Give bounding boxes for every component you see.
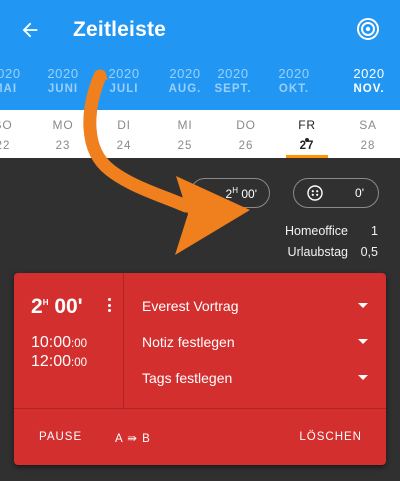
day-name: DI bbox=[117, 118, 131, 132]
day-name: SO bbox=[0, 118, 13, 132]
app-bar: Zeitleiste bbox=[0, 0, 400, 60]
entry-minutes: 00' bbox=[54, 295, 83, 318]
stat-urlaubstag: Urlaubstag 0,5 bbox=[288, 245, 378, 259]
day-date: 26 bbox=[238, 140, 254, 152]
pause-chip[interactable]: 0' bbox=[293, 178, 379, 208]
pause-chip-value: 0' bbox=[355, 186, 364, 200]
a-to-b-button[interactable]: A ⇛ B bbox=[115, 431, 151, 445]
tags-label: Tags festlegen bbox=[142, 370, 233, 386]
note-label: Notiz festlegen bbox=[142, 334, 235, 350]
month-item-okt[interactable]: 2020 OKT. bbox=[254, 66, 334, 95]
day-name: DO bbox=[236, 118, 256, 132]
day-date: 25 bbox=[177, 140, 193, 152]
more-vert-icon[interactable] bbox=[104, 296, 114, 314]
arrow-left-icon[interactable] bbox=[16, 16, 44, 44]
entry-duration: 2H 00' bbox=[31, 295, 83, 319]
day-item-fr[interactable]: FR 27 bbox=[277, 118, 337, 158]
month-name: NOV. bbox=[353, 83, 385, 95]
start-time-seconds: :00 bbox=[71, 338, 88, 350]
project-label: Everest Vortrag bbox=[142, 298, 239, 314]
b-label: B bbox=[142, 433, 151, 445]
month-strip: 2020 MAI 2020 JUNI 2020 JULI 2020 AUG. 2… bbox=[0, 60, 400, 110]
timeline-screen: Zeitleiste 2020 MAI 2020 JUNI 2020 JULI … bbox=[0, 0, 400, 481]
dropdown-caret-icon bbox=[358, 375, 368, 380]
stat-homeoffice: Homeoffice 1 bbox=[285, 224, 378, 238]
stat-label: Homeoffice bbox=[285, 224, 348, 238]
day-name: MO bbox=[52, 118, 74, 132]
day-item-so[interactable]: SO 22 bbox=[0, 118, 33, 152]
day-name: FR bbox=[298, 118, 316, 132]
target-icon[interactable] bbox=[354, 15, 382, 43]
day-date: 23 bbox=[55, 140, 71, 152]
card-vertical-divider bbox=[123, 273, 124, 408]
duration-chip[interactable]: 2H 00' bbox=[190, 178, 270, 208]
pause-button[interactable]: PAUSE bbox=[39, 431, 82, 443]
entry-hours: 2 bbox=[31, 295, 43, 318]
entry-hours-unit: H bbox=[42, 298, 49, 307]
coffee-icon bbox=[307, 185, 323, 201]
day-date: 22 bbox=[0, 140, 11, 152]
stat-label: Urlaubstag bbox=[287, 245, 348, 259]
time-entry-card[interactable]: 2H 00' 10:00:00 12:00:00 Everest Vortrag… bbox=[14, 273, 386, 465]
selected-day-indicator bbox=[286, 155, 328, 158]
duration-hours-unit: H bbox=[232, 186, 239, 195]
day-strip: SO 22 MO 23 DI 24 MI 25 DO 26 FR 27 SA 2… bbox=[0, 110, 400, 158]
stat-value: 1 bbox=[371, 224, 378, 238]
a-label: A bbox=[115, 433, 124, 445]
day-item-di[interactable]: DI 24 bbox=[94, 118, 154, 152]
end-time[interactable]: 12:00:00 bbox=[31, 353, 87, 371]
double-arrow-icon: ⇛ bbox=[127, 433, 138, 445]
delete-button[interactable]: LÖSCHEN bbox=[299, 431, 362, 443]
page-title: Zeitleiste bbox=[73, 18, 167, 41]
duration-minutes: 00' bbox=[241, 187, 257, 201]
end-time-main: 12:00 bbox=[31, 353, 72, 370]
day-item-mo[interactable]: MO 23 bbox=[33, 118, 93, 152]
day-item-do[interactable]: DO 26 bbox=[216, 118, 276, 152]
month-item-nov[interactable]: 2020 NOV. bbox=[329, 66, 400, 95]
duration-chip-value: 2H 00' bbox=[226, 186, 257, 201]
day-item-mi[interactable]: MI 25 bbox=[155, 118, 215, 152]
start-time-main: 10:00 bbox=[31, 334, 72, 351]
day-date: 28 bbox=[360, 140, 376, 152]
note-dropdown[interactable]: Notiz festlegen bbox=[142, 331, 368, 355]
card-horizontal-divider bbox=[14, 408, 386, 409]
stat-value: 0,5 bbox=[360, 245, 378, 259]
end-time-seconds: :00 bbox=[71, 357, 88, 369]
day-date: 24 bbox=[116, 140, 132, 152]
day-item-sa[interactable]: SA 28 bbox=[338, 118, 398, 152]
event-dot bbox=[305, 138, 309, 142]
month-year: 2020 bbox=[278, 66, 310, 81]
tags-dropdown[interactable]: Tags festlegen bbox=[142, 367, 368, 391]
month-year: 2020 bbox=[353, 66, 385, 81]
project-dropdown[interactable]: Everest Vortrag bbox=[142, 295, 368, 319]
start-time[interactable]: 10:00:00 bbox=[31, 334, 87, 352]
dropdown-caret-icon bbox=[358, 339, 368, 344]
day-name: MI bbox=[177, 118, 193, 132]
dropdown-caret-icon bbox=[358, 303, 368, 308]
day-name: SA bbox=[359, 118, 377, 132]
month-name: OKT. bbox=[278, 83, 310, 95]
